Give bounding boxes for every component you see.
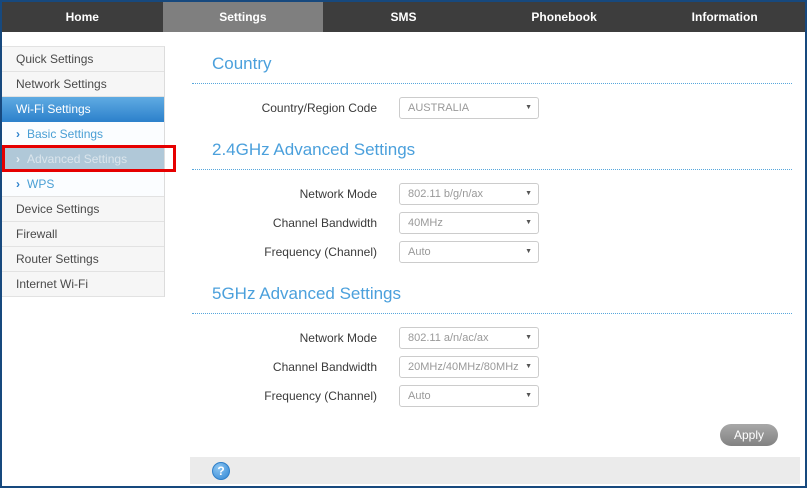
section-title-country: Country [212,54,272,73]
settings-sidebar: Quick Settings Network Settings Wi-Fi Se… [2,46,165,297]
channel-bandwidth-label: Channel Bandwidth [272,216,377,230]
sidebar-item-label: WPS [27,177,55,191]
network-mode-label: Network Mode [299,331,377,345]
sidebar-item-router-settings[interactable]: Router Settings [2,247,164,272]
frequency-channel-label: Frequency (Channel) [264,389,377,403]
sidebar-item-device-settings[interactable]: Device Settings [2,197,164,222]
sidebar-item-quick-settings[interactable]: Quick Settings [2,47,164,72]
dropdown-arrow-icon: ▼ [525,219,532,226]
sidebar-item-firewall[interactable]: Firewall [2,222,164,247]
channel-bandwidth-5-select[interactable]: 20MHz/40MHz/80MHz ▼ [399,356,539,378]
form-row-network-mode-5: Network Mode 802.11 a/n/ac/ax ▼ [192,327,792,349]
nav-tab-phonebook[interactable]: Phonebook [484,2,645,32]
sidebar-item-label: Advanced Settings [27,152,128,166]
sidebar-item-internet-wifi[interactable]: Internet Wi-Fi [2,272,164,297]
router-settings-page: Home Settings SMS Phonebook Information … [0,0,807,488]
frequency-channel-5-select[interactable]: Auto ▼ [399,385,539,407]
select-value: Auto [408,390,431,402]
dropdown-arrow-icon: ▼ [525,392,532,399]
section-divider [192,83,792,84]
nav-tab-sms[interactable]: SMS [323,2,484,32]
help-icon[interactable]: ? [212,461,230,480]
dropdown-arrow-icon: ▼ [525,363,532,370]
select-value: 802.11 b/g/n/ax [408,188,484,200]
apply-button[interactable]: Apply [720,424,778,446]
apply-row: Apply [192,424,792,446]
country-region-label: Country/Region Code [261,101,377,115]
sidebar-item-network-settings[interactable]: Network Settings [2,72,164,97]
sidebar-item-advanced-settings[interactable]: › Advanced Settings [2,147,164,172]
sidebar-item-basic-settings[interactable]: › Basic Settings [2,122,164,147]
nav-tab-information[interactable]: Information [644,2,805,32]
select-value: 40MHz [408,217,443,229]
section-divider [192,313,792,314]
select-value: Auto [408,246,431,258]
frequency-channel-24-select[interactable]: Auto ▼ [399,241,539,263]
channel-bandwidth-24-select[interactable]: 40MHz ▼ [399,212,539,234]
section-divider [192,169,792,170]
channel-bandwidth-label: Channel Bandwidth [272,360,377,374]
dropdown-arrow-icon: ▼ [525,190,532,197]
section-title-5ghz: 5GHz Advanced Settings [212,284,402,303]
form-row-country-region: Country/Region Code AUSTRALIA ▼ [192,97,792,119]
top-nav: Home Settings SMS Phonebook Information [2,2,805,32]
sidebar-item-label: Basic Settings [27,127,104,141]
chevron-right-icon: › [16,127,20,141]
form-row-channel-bandwidth-24: Channel Bandwidth 40MHz ▼ [192,212,792,234]
chevron-right-icon: › [16,177,20,191]
dropdown-arrow-icon: ▼ [525,334,532,341]
form-row-frequency-24: Frequency (Channel) Auto ▼ [192,241,792,263]
form-row-channel-bandwidth-5: Channel Bandwidth 20MHz/40MHz/80MHz ▼ [192,356,792,378]
country-region-select[interactable]: AUSTRALIA ▼ [399,97,539,119]
network-mode-5-select[interactable]: 802.11 a/n/ac/ax ▼ [399,327,539,349]
sidebar-item-wifi-settings[interactable]: Wi-Fi Settings [2,97,164,122]
help-bar: ? [190,457,800,484]
network-mode-label: Network Mode [299,187,377,201]
chevron-right-icon: › [16,152,20,166]
form-row-network-mode-24: Network Mode 802.11 b/g/n/ax ▼ [192,183,792,205]
select-value: 802.11 a/n/ac/ax [408,332,489,344]
network-mode-24-select[interactable]: 802.11 b/g/n/ax ▼ [399,183,539,205]
dropdown-arrow-icon: ▼ [525,248,532,255]
sidebar-item-wps[interactable]: › WPS [2,172,164,197]
frequency-channel-label: Frequency (Channel) [264,245,377,259]
nav-tab-settings[interactable]: Settings [162,2,324,32]
section-title-24ghz: 2.4GHz Advanced Settings [212,140,416,159]
main-content: Country Country/Region Code AUSTRALIA ▼ … [192,46,792,446]
nav-tab-home[interactable]: Home [2,2,163,32]
select-value: 20MHz/40MHz/80MHz [408,361,519,373]
form-row-frequency-5: Frequency (Channel) Auto ▼ [192,385,792,407]
dropdown-arrow-icon: ▼ [525,104,532,111]
select-value: AUSTRALIA [408,102,470,114]
